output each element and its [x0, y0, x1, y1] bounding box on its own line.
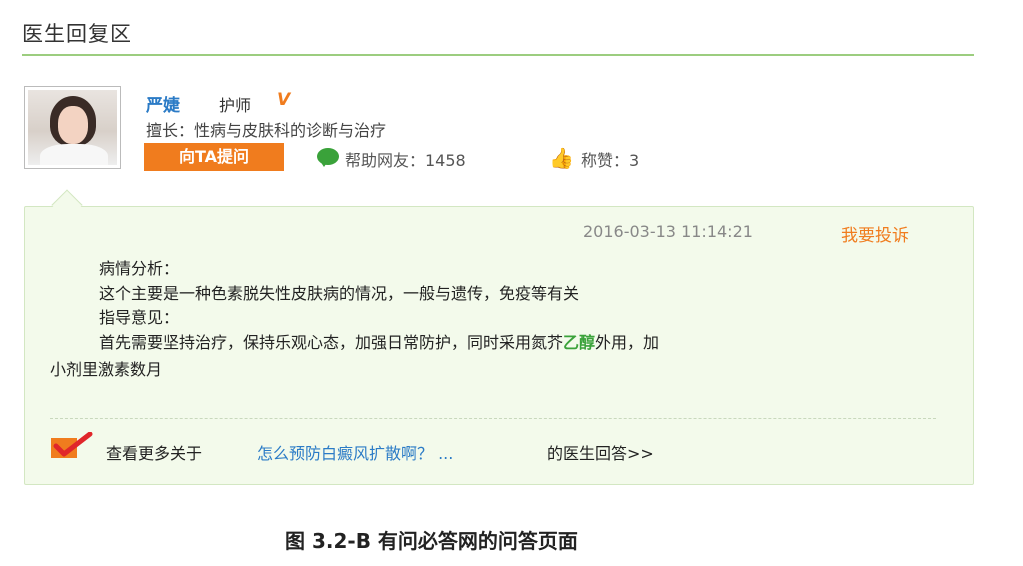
section-title: 医生回复区	[22, 22, 132, 46]
thumbs-up-icon[interactable]: 👍	[549, 146, 574, 170]
ask-doctor-button[interactable]: 向TA提问	[144, 143, 284, 171]
dashed-divider	[50, 418, 936, 419]
doctor-specialty: 擅长：性病与皮肤科的诊断与治疗	[146, 121, 387, 140]
doctor-name-link[interactable]: 严婕	[146, 91, 180, 116]
guidance-text-part2: 外用，加	[595, 333, 660, 352]
analysis-heading: 病情分析：	[99, 259, 180, 278]
doctor-avatar[interactable]	[24, 86, 121, 169]
like-count: 称赞：3	[581, 151, 640, 170]
related-question-link[interactable]: 怎么预防白癜风扩散啊？ ...	[257, 440, 453, 464]
analysis-text: 这个主要是一种色素脱失性皮肤病的情况，一般与遗传，免疫等有关	[99, 284, 580, 303]
keyword-link[interactable]: 乙醇	[563, 333, 595, 352]
more-answers-link[interactable]: 的医生回答>>	[547, 440, 654, 464]
checkmark-icon	[51, 432, 93, 458]
chat-bubble-icon	[317, 148, 339, 167]
guidance-text-continued: 小剂里激素数月	[50, 360, 163, 379]
answer-timestamp: 2016-03-13 11:14:21	[583, 222, 753, 241]
guidance-heading: 指导意见：	[99, 308, 180, 327]
section-divider	[22, 54, 974, 56]
guidance-text: 首先需要坚持治疗，保持乐观心态，加强日常防护，同时采用氮芥乙醇外用，加	[99, 329, 659, 353]
help-count: 帮助网友：1458	[345, 151, 466, 170]
guidance-text-part1: 首先需要坚持治疗，保持乐观心态，加强日常防护，同时采用氮芥	[99, 333, 564, 352]
doctor-title: 护师	[219, 96, 252, 115]
more-prefix: 查看更多关于	[106, 444, 203, 463]
figure-caption: 图 3.2-B 有问必答网的问答页面	[285, 529, 578, 553]
v-badge-icon: V	[277, 90, 291, 110]
complain-link[interactable]: 我要投诉	[841, 221, 909, 246]
